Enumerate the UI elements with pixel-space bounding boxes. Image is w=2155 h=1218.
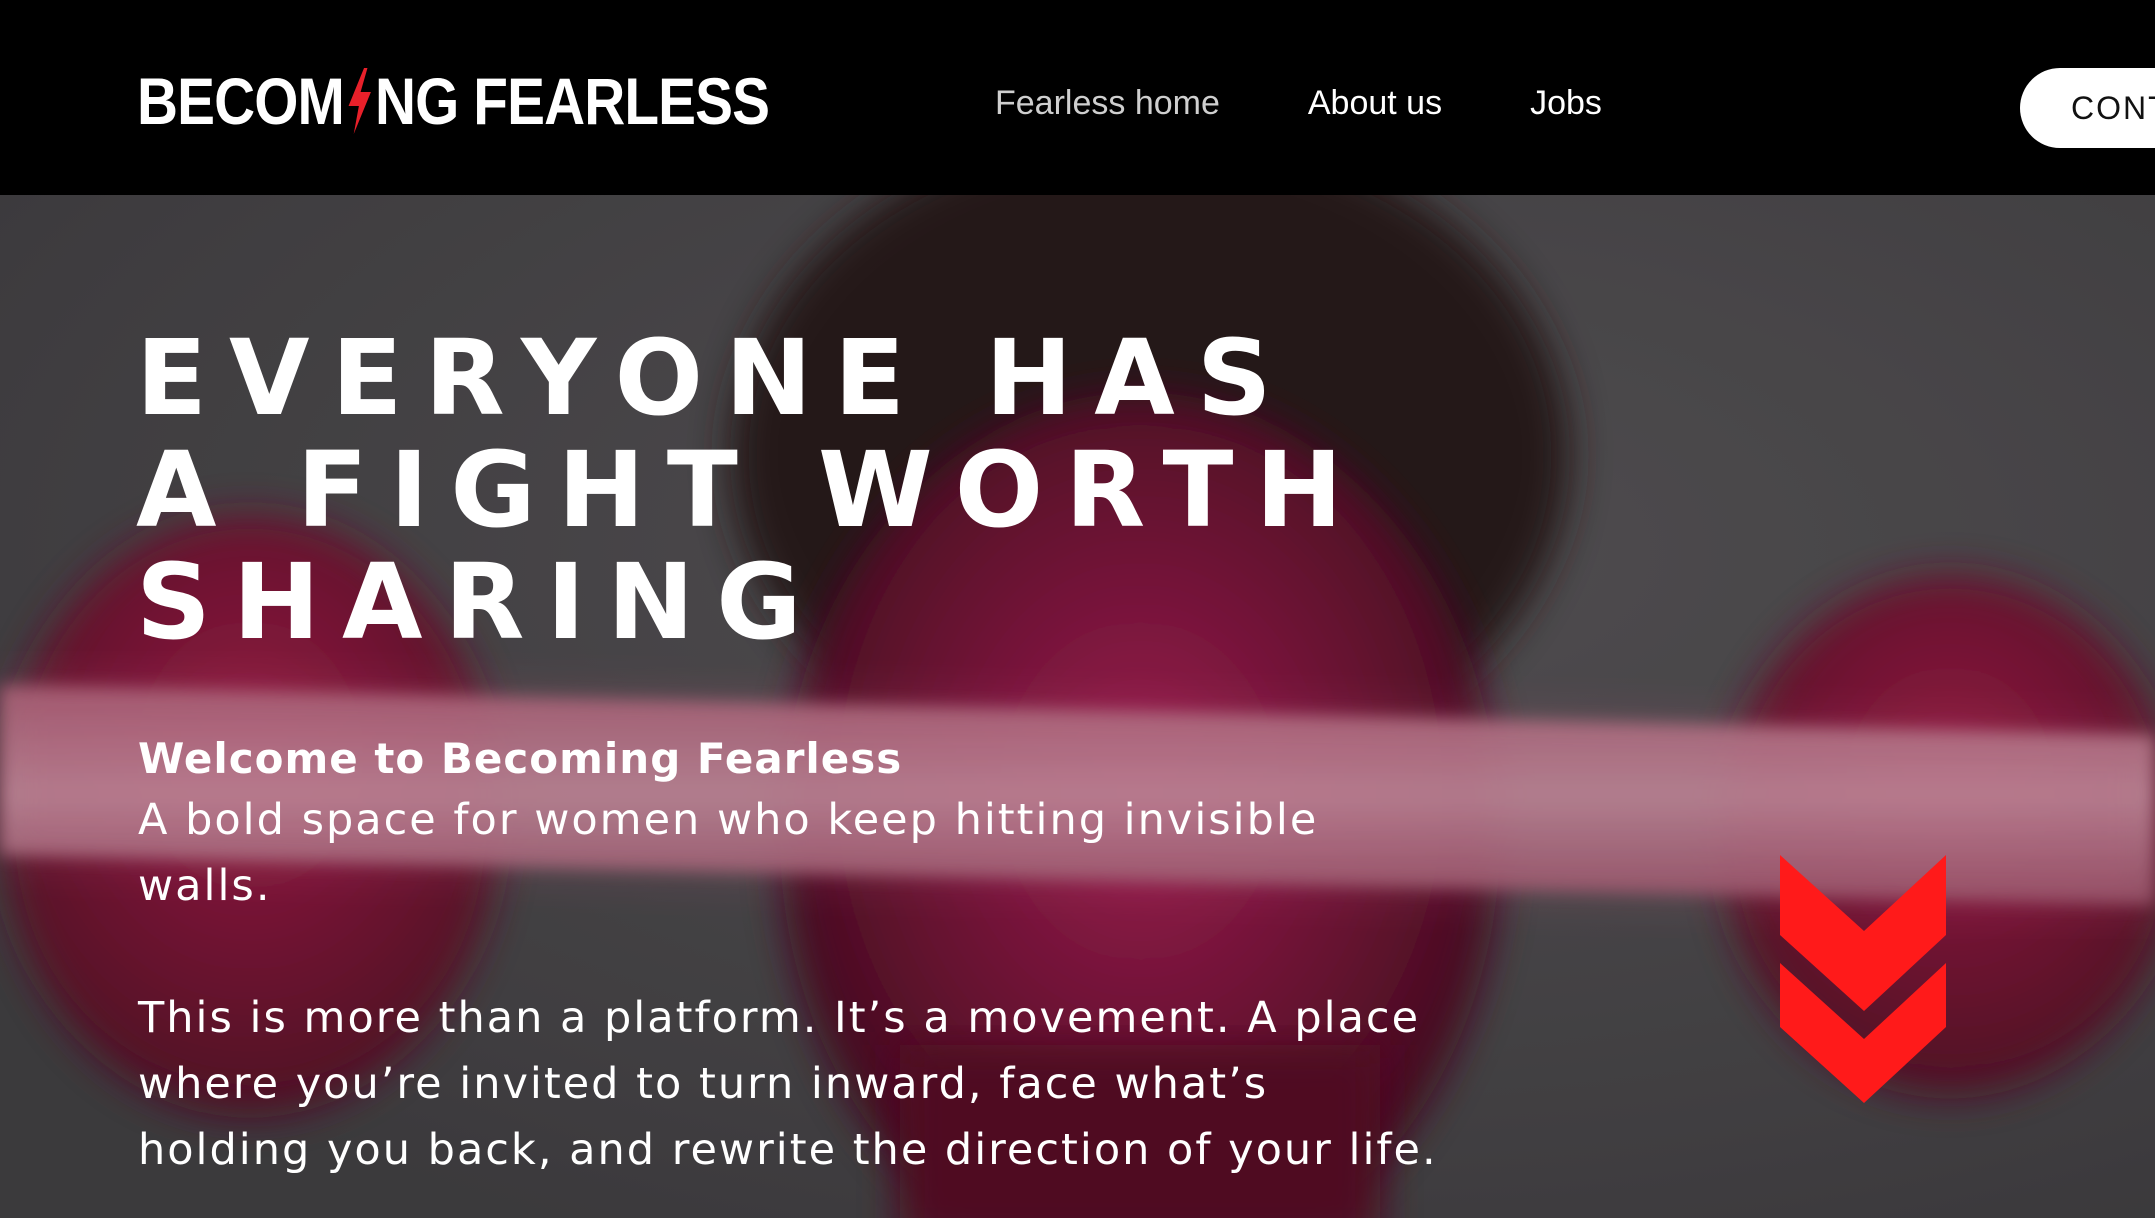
hero-body-text: This is more than a platform. It’s a mov… xyxy=(138,993,1438,1175)
hero-tagline: A bold space for women who keep hitting … xyxy=(138,795,1319,911)
nav-item-about-us[interactable]: About us xyxy=(1308,84,1442,123)
brand-logo[interactable]: BECOM NG FEARLESS xyxy=(137,64,770,138)
hero-heading-line-1: EVERYONE HAS xyxy=(136,317,1294,439)
site-header: BECOM NG FEARLESS Fearless home About us… xyxy=(0,0,2155,195)
nav-item-fearless-home[interactable]: Fearless home xyxy=(995,84,1220,123)
hero-heading: EVERYONE HAS A FIGHT WORTH SHARING xyxy=(136,322,1365,658)
hero-heading-line-2: A FIGHT WORTH xyxy=(136,429,1365,551)
main-nav: Fearless home About us Jobs xyxy=(995,84,1602,123)
contact-button[interactable]: CONTACT xyxy=(2020,68,2155,148)
hero-heading-line-3: SHARING xyxy=(136,541,824,663)
nav-item-jobs[interactable]: Jobs xyxy=(1530,84,1602,123)
logo-text-part1: BECOM xyxy=(137,64,345,138)
lightning-bolt-icon xyxy=(345,68,374,134)
welcome-subheading: Welcome to Becoming Fearless xyxy=(138,734,903,783)
hero-section: EVERYONE HAS A FIGHT WORTH SHARING Welco… xyxy=(0,195,2155,1218)
logo-text-part2: NG FEARLESS xyxy=(374,64,770,138)
double-chevron-down-icon[interactable] xyxy=(1778,855,1948,1105)
